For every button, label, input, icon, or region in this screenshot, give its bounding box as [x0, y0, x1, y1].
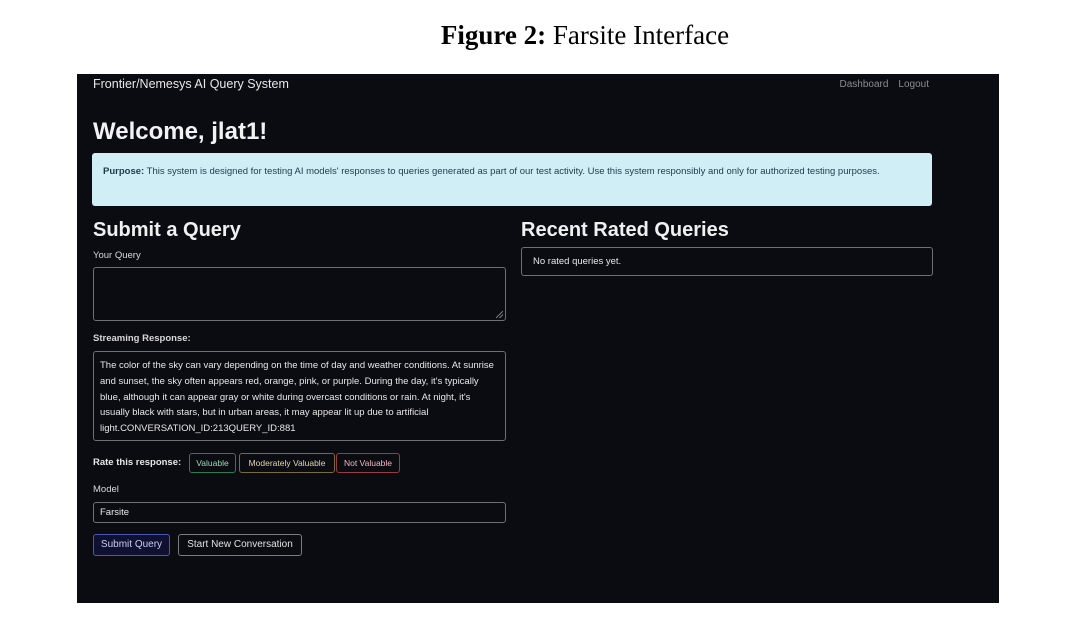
query-label: Your Query: [93, 250, 141, 261]
figure-caption: Figure 2: Farsite Interface: [0, 20, 1066, 51]
nav-link-dashboard[interactable]: Dashboard: [839, 79, 888, 90]
streaming-response-label: Streaming Response:: [93, 333, 191, 344]
submit-query-button[interactable]: Submit Query: [93, 534, 170, 556]
model-label: Model: [93, 484, 119, 495]
app-brand[interactable]: Frontier/Nemesys AI Query System: [93, 77, 289, 91]
recent-rated-queries-heading: Recent Rated Queries: [521, 219, 729, 241]
streaming-response-box: The color of the sky can vary depending …: [93, 351, 506, 441]
start-new-conversation-button[interactable]: Start New Conversation: [178, 534, 302, 556]
model-input[interactable]: Farsite: [93, 502, 506, 523]
page-title: Welcome, jlat1!: [93, 118, 268, 145]
recent-queries-list: No rated queries yet.: [521, 247, 933, 276]
nav-link-logout[interactable]: Logout: [898, 79, 929, 90]
rate-moderately-valuable-button[interactable]: Moderately Valuable: [239, 453, 335, 473]
resize-handle-icon[interactable]: [496, 311, 503, 318]
nav-links: Dashboard Logout: [829, 79, 929, 90]
purpose-label: Purpose:: [103, 166, 145, 177]
query-textarea[interactable]: [93, 267, 506, 321]
caption-text: Farsite Interface: [546, 20, 730, 50]
rate-label: Rate this response:: [93, 457, 182, 468]
caption-number: Figure 2:: [440, 20, 547, 50]
rate-valuable-button[interactable]: Valuable: [189, 453, 236, 473]
navbar: Frontier/Nemesys AI Query System Dashboa…: [77, 74, 999, 96]
app-window: Frontier/Nemesys AI Query System Dashboa…: [77, 74, 999, 603]
submit-query-heading: Submit a Query: [93, 219, 241, 241]
purpose-text: This system is designed for testing AI m…: [144, 166, 880, 177]
rate-not-valuable-button[interactable]: Not Valuable: [336, 453, 400, 473]
purpose-alert: Purpose: This system is designed for tes…: [92, 153, 932, 206]
